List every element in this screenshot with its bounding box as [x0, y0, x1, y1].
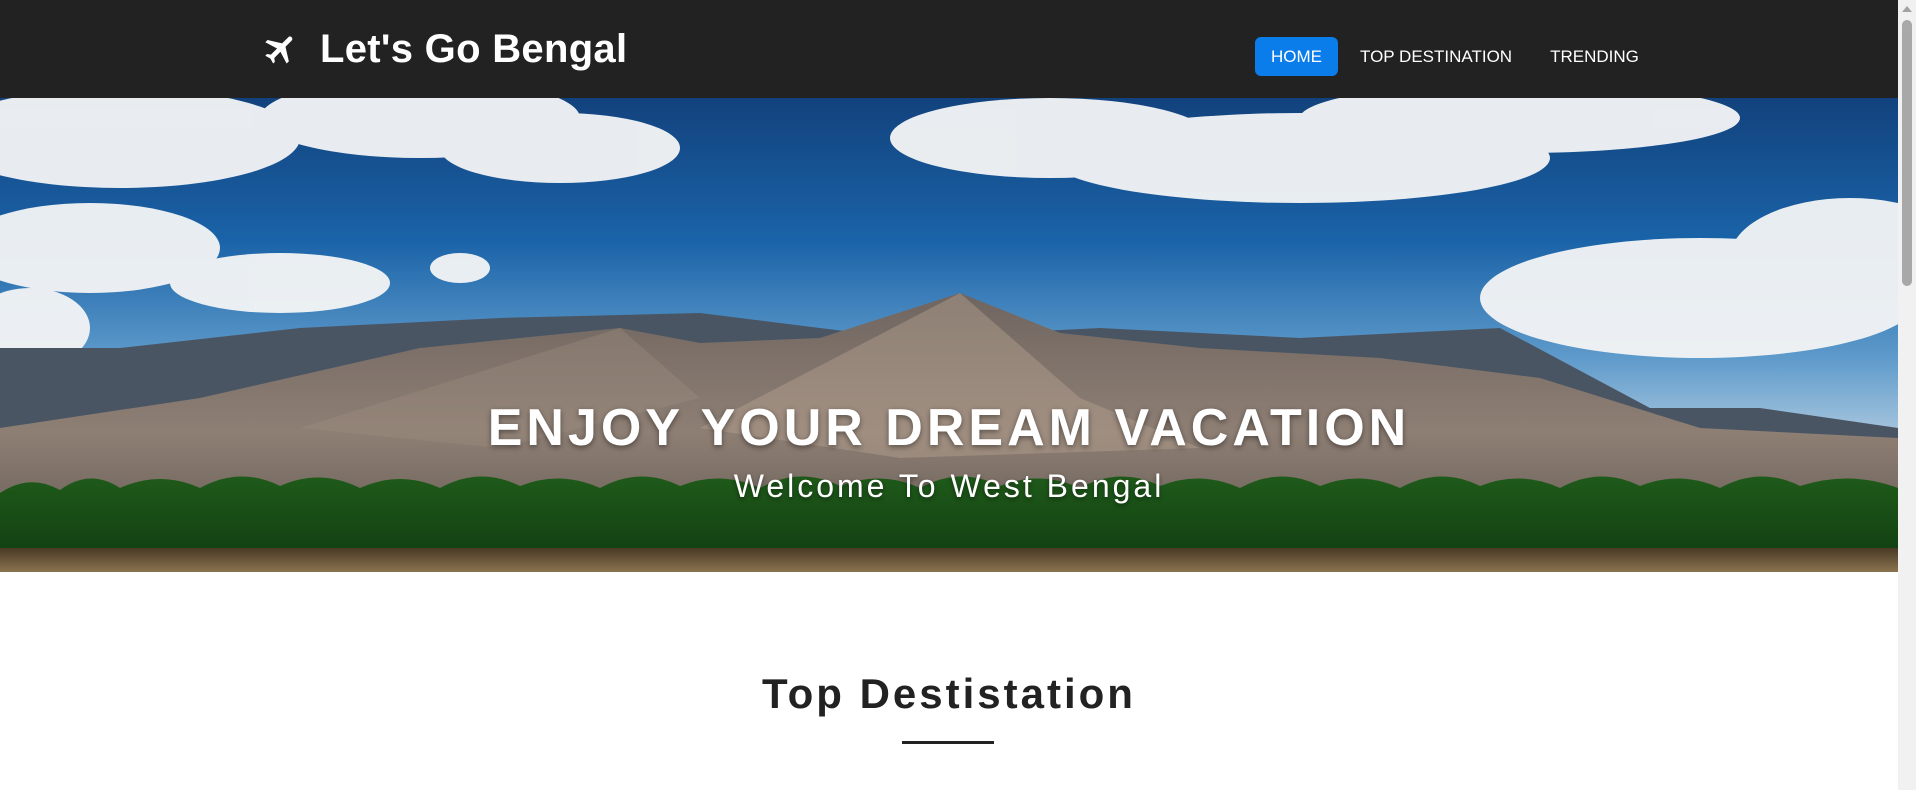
brand-name: Let's Go Bengal — [320, 26, 628, 71]
brand-logo[interactable]: Let's Go Bengal — [262, 26, 627, 72]
section-title-underline — [902, 741, 994, 744]
hero-title: ENJOY YOUR DREAM VACATION — [487, 399, 1411, 457]
airplane-icon — [262, 30, 300, 68]
top-navbar: Let's Go Bengal HOME TOP DESTINATION TRE… — [0, 0, 1898, 98]
main-nav: HOME TOP DESTINATION TRENDING — [1255, 37, 1661, 76]
scroll-up-icon[interactable] — [1902, 6, 1912, 12]
scrollbar-thumb[interactable] — [1902, 20, 1912, 286]
nav-item-trending[interactable]: TRENDING — [1534, 37, 1655, 76]
vertical-scrollbar[interactable] — [1898, 0, 1916, 790]
hero-banner: ENJOY YOUR DREAM VACATION Welcome To Wes… — [0, 98, 1898, 572]
hero-subtitle: Welcome To West Bengal — [733, 468, 1165, 504]
section-title: Top Destistation — [762, 670, 1136, 717]
nav-item-top-destination[interactable]: TOP DESTINATION — [1344, 37, 1528, 76]
nav-item-home[interactable]: HOME — [1255, 37, 1338, 76]
